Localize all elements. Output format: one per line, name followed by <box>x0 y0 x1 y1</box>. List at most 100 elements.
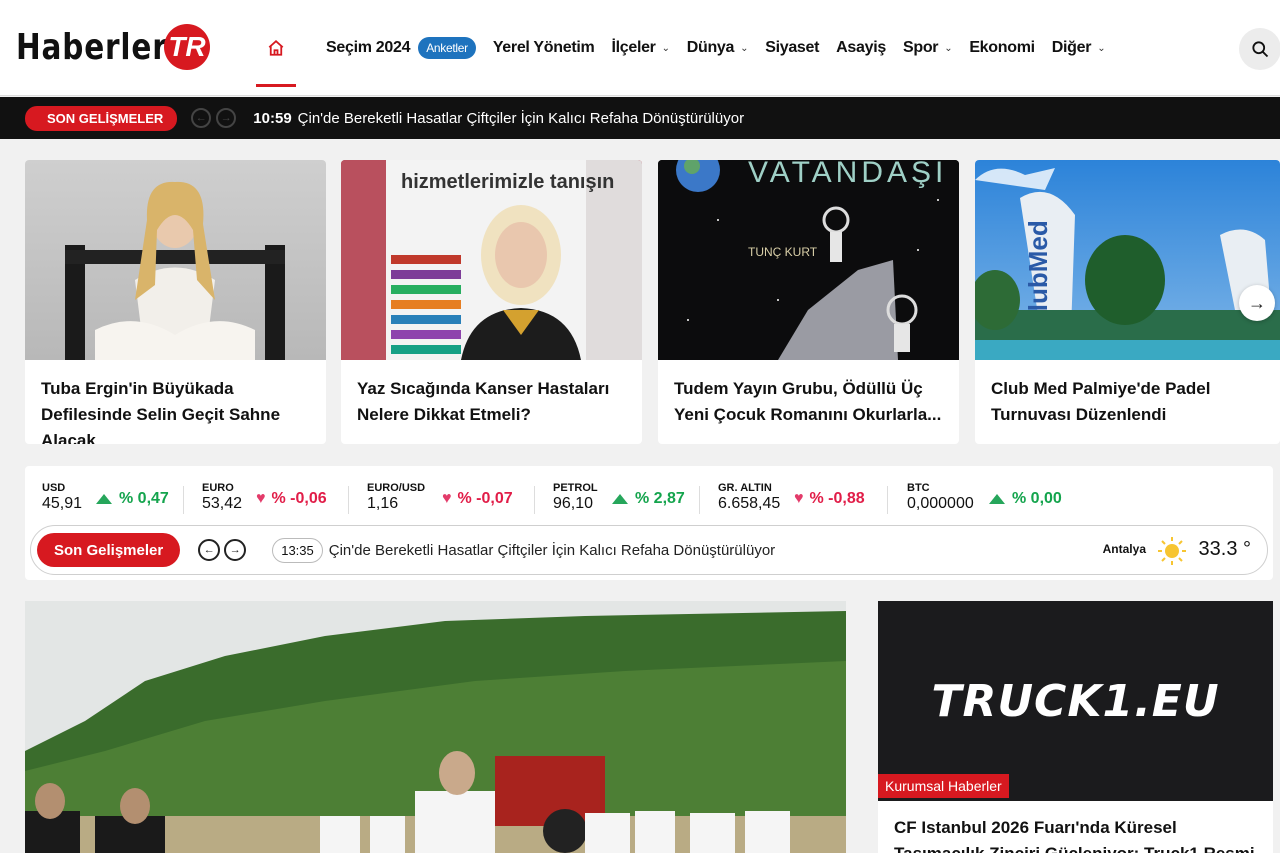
card-title: Yaz Sıcağında Kanser Hastaları Nelere Di… <box>357 379 610 424</box>
search-icon <box>1252 41 1269 58</box>
site-header: Haberler TR Seçim 2024 Anketler Yerel Yö… <box>0 0 1280 96</box>
card-title: Tuba Ergin'in Büyükada Defilesinde Selin… <box>41 379 281 444</box>
card-title: Club Med Palmiye'de Padel Turnuvası Düze… <box>991 379 1211 424</box>
nav-item-spor[interactable]: Spor ⌄ <box>902 39 953 57</box>
arrow-right-icon: → <box>1248 292 1266 313</box>
market-gram-altin: GR. ALTIN 6.658,45 <box>718 482 780 513</box>
nav-item-label: Diğer <box>1051 39 1092 56</box>
next-arrow-icon[interactable]: → <box>224 539 247 561</box>
nav-item-label: Siyaset <box>765 39 820 56</box>
market-eurousd: EURO/USD 1,16 <box>367 482 425 513</box>
nav-item-secim[interactable]: Seçim 2024 Anketler <box>326 37 476 59</box>
chevron-down-icon: ⌄ <box>944 42 953 54</box>
market-name: USD <box>42 482 66 494</box>
nav-badge-anketler[interactable]: Anketler <box>418 37 476 59</box>
nav-item-label: Seçim 2024 <box>326 39 411 56</box>
news-card[interactable]: Tuba Ergin'in Büyükada Defilesinde Selin… <box>25 160 326 444</box>
side-news-card[interactable]: TRUCK1.EU Kurumsal Haberler CF Istanbul … <box>878 601 1273 853</box>
nav-item-label: Asayiş <box>836 39 886 56</box>
divider <box>699 486 700 514</box>
cover-title: VATANDAŞI <box>748 160 947 189</box>
breaking-news-bar: SON GELİŞMELER ← → 10:59 Çin'de Bereketl… <box>0 97 1280 139</box>
market-change: ♥ % -0,07 <box>442 490 513 508</box>
breaking-arrows: ← → <box>191 108 241 128</box>
nav-item-diger[interactable]: Diğer ⌄ <box>1052 39 1106 57</box>
market-change: ♥ % -0,06 <box>256 490 327 508</box>
divider <box>887 486 888 514</box>
market-value: 1,16 <box>367 495 399 512</box>
trend-down-icon: ♥ <box>794 490 804 507</box>
ticker-label[interactable]: Son Gelişmeler <box>37 533 181 567</box>
chevron-down-icon: ⌄ <box>740 42 749 54</box>
market-petrol: PETROL 96,10 <box>553 482 598 513</box>
main-nav: Seçim 2024 Anketler Yerel Yönetim İlçele… <box>256 0 1122 96</box>
home-icon <box>268 40 284 56</box>
weather-temperature: 33.3 ° <box>1198 538 1251 560</box>
market-name: EURO/USD <box>367 482 426 494</box>
nav-item-ekonomi[interactable]: Ekonomi <box>969 39 1035 57</box>
nav-item-siyaset[interactable]: Siyaset <box>765 39 819 57</box>
next-arrow-icon[interactable]: → <box>216 108 237 128</box>
slider-next-button[interactable]: → <box>1239 285 1275 321</box>
sponsor-logo: TRUCK1.EU <box>878 601 1273 801</box>
nav-item-label: Yerel Yönetim <box>492 39 595 56</box>
site-logo[interactable]: Haberler TR <box>16 24 210 70</box>
trend-up-icon <box>96 494 112 504</box>
card-image: VATANDAŞI TUNÇ KURT <box>658 160 959 360</box>
side-news-title: CF Istanbul 2026 Fuarı'nda Küresel Taşım… <box>894 818 1255 853</box>
trend-down-icon: ♥ <box>256 490 266 507</box>
market-value: 45,91 <box>42 495 83 512</box>
weather-city: Antalya <box>1102 542 1146 556</box>
sun-icon <box>1158 537 1186 565</box>
sponsor-logo-text: TRUCK1.EU <box>931 675 1220 727</box>
market-change-value: % 0,47 <box>119 490 169 507</box>
nav-item-asayis[interactable]: Asayiş <box>836 39 886 57</box>
market-change-value: % -0,07 <box>457 490 513 507</box>
market-usd: USD 45,91 <box>42 482 82 513</box>
nav-item-yerel-yonetim[interactable]: Yerel Yönetim <box>493 39 595 57</box>
breaking-time: 10:59 <box>253 109 292 127</box>
market-euro: EURO 53,42 <box>202 482 242 513</box>
chevron-down-icon: ⌄ <box>661 42 670 54</box>
cover-author: TUNÇ KURT <box>748 245 818 259</box>
market-value: 0,000000 <box>907 495 974 512</box>
news-card[interactable]: hizmetlerimizle tanışın Yaz Sıcağında Ka… <box>341 160 642 444</box>
divider <box>183 486 184 514</box>
search-button[interactable] <box>1239 28 1280 70</box>
trend-up-icon <box>612 494 628 504</box>
breaking-label: SON GELİŞMELER <box>25 105 178 131</box>
logo-text: Haberler <box>16 26 168 68</box>
nav-item-label: İlçeler <box>611 39 656 56</box>
prev-arrow-icon[interactable]: ← <box>191 108 212 128</box>
trend-down-icon: ♥ <box>442 490 452 507</box>
chevron-down-icon: ⌄ <box>1097 42 1106 54</box>
banner-text: hizmetlerimizle tanışın <box>401 171 614 193</box>
market-change-value: % 2,87 <box>635 490 685 507</box>
category-tag[interactable]: Kurumsal Haberler <box>878 774 1009 798</box>
logo-badge: TR <box>164 24 210 70</box>
market-name: PETROL <box>553 482 598 494</box>
breaking-headline[interactable]: Çin'de Bereketli Hasatlar Çiftçiler İçin… <box>298 110 744 127</box>
lead-news-image[interactable] <box>25 601 846 853</box>
market-value: 6.658,45 <box>718 495 781 512</box>
nav-item-ilceler[interactable]: İlçeler ⌄ <box>611 39 670 57</box>
market-change: % 0,00 <box>989 490 1062 508</box>
prev-arrow-icon[interactable]: ← <box>198 539 221 561</box>
nav-item-label: Spor <box>902 39 939 56</box>
nav-home[interactable] <box>256 9 296 87</box>
ticker-time: 13:35 <box>272 537 323 563</box>
ticker-arrows: ← → <box>198 539 250 561</box>
markets-row: USD 45,91 % 0,47 EURO 53,42 ♥ % -0,06 EUR… <box>25 466 1273 524</box>
card-image: hizmetlerimizle tanışın <box>341 160 642 360</box>
markets-panel: USD 45,91 % 0,47 EURO 53,42 ♥ % -0,06 EUR… <box>25 466 1273 580</box>
market-change: ♥ % -0,88 <box>794 490 865 508</box>
nav-item-dunya[interactable]: Dünya ⌄ <box>687 39 749 57</box>
news-card[interactable]: VATANDAŞI TUNÇ KURT Tudem Yayın Grubu, Ö… <box>658 160 959 444</box>
nav-item-label: Ekonomi <box>969 39 1035 56</box>
market-name: BTC <box>907 482 930 494</box>
ticker-headline[interactable]: Çin'de Bereketli Hasatlar Çiftçiler İçin… <box>329 542 775 559</box>
card-image <box>25 160 326 360</box>
divider <box>348 486 349 514</box>
divider <box>534 486 535 514</box>
news-card[interactable]: ClubMed Club Med Palmiye'de Padel Turnuv… <box>975 160 1280 444</box>
